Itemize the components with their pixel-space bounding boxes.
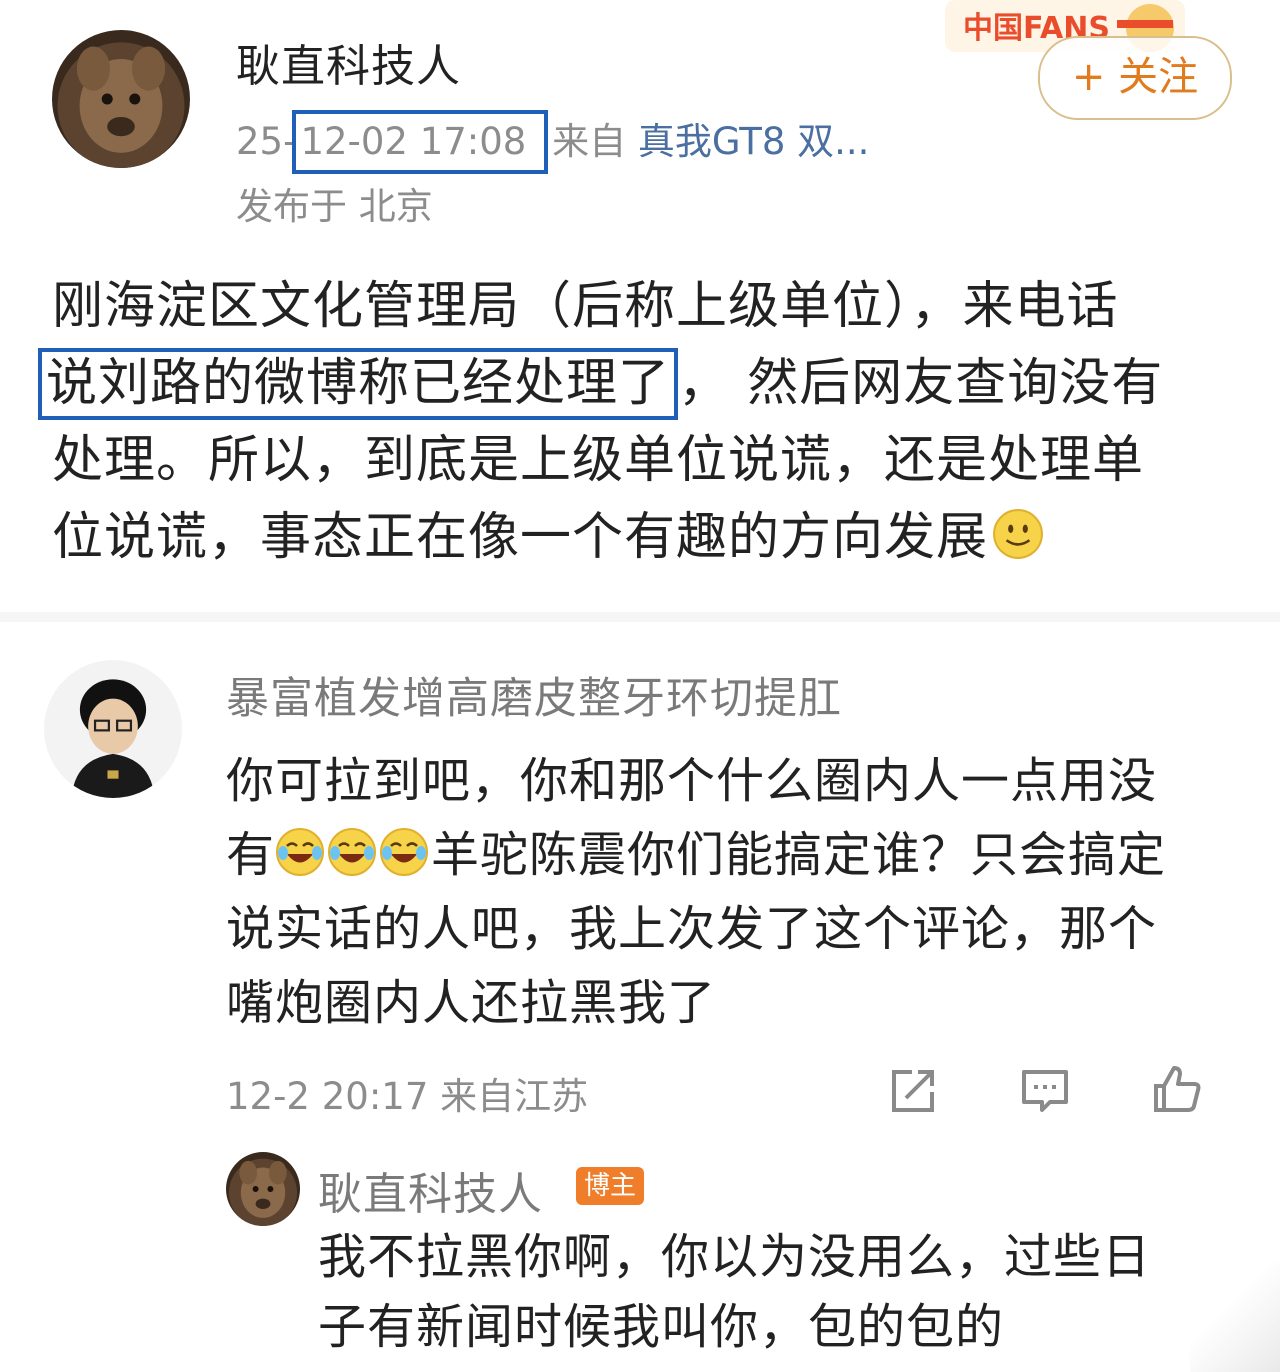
post-meta: 25- 12-02 17:08 来自 真我GT8 双... (236, 110, 869, 174)
author-name[interactable]: 耿直科技人 (236, 30, 461, 94)
post-device[interactable]: 真我GT8 双... (638, 120, 870, 163)
reply-line: 我不拉黑你啊，你以为没用么，过些日 (318, 1229, 1152, 1285)
thumbs-up-icon[interactable] (1150, 1062, 1204, 1116)
post-body-line: 处理。所以，到底是上级单位说谎，还是处理单 (52, 431, 1145, 490)
post-time: 12-02 17:08 (300, 120, 527, 163)
share-icon[interactable] (886, 1064, 940, 1118)
comment-line: 嘴炮圈内人还拉黑我了 (226, 975, 717, 1031)
post-time-prefix: 25- (236, 120, 297, 163)
post-location: 发布于 北京 (236, 185, 433, 228)
comment-meta: 12-2 20:17 来自江苏 (226, 1075, 589, 1118)
laugh-cry-emoji-icon (380, 828, 429, 876)
laugh-cry-emoji-icon (328, 828, 377, 876)
comment-body: 你可拉到吧，你和那个什么圈内人一点用没 有 羊驼陈震你们能搞定谁？只会搞定 说实… (226, 744, 1226, 1040)
follow-button[interactable]: + 关注 (1038, 36, 1232, 120)
post-body-line: 说刘路的微博称已经处理了， 然后网友查询没有 (38, 345, 1232, 422)
comment-icon[interactable] (1018, 1064, 1072, 1118)
highlight-tail: ， (678, 354, 731, 413)
comment-line: 你可拉到吧，你和那个什么圈内人一点用没 (226, 753, 1158, 809)
comment-line: 有 羊驼陈震你们能搞定谁？只会搞定 (226, 818, 1226, 892)
section-divider (0, 612, 1280, 622)
blogger-badge: 博主 (576, 1167, 644, 1205)
commenter-name[interactable]: 暴富植发增高磨皮整牙环切提肛 (226, 664, 842, 726)
reply-author-name[interactable]: 耿直科技人 (318, 1158, 543, 1222)
highlighted-text-box: 说刘路的微博称已经处理了 (38, 348, 679, 420)
reply-body: 我不拉黑你啊，你以为没用么，过些日 子有新闻时候我叫你，包的包的 (318, 1222, 1258, 1362)
highlighted-text: 说刘路的微博称已经处理了 (46, 354, 671, 413)
smile-emoji-icon (993, 509, 1043, 559)
post-body-line: 位说谎，事态正在像一个有趣的方向发展 (52, 499, 1232, 576)
post-source-label: 来自 (552, 120, 627, 163)
commenter-avatar[interactable] (44, 660, 182, 798)
post-body: 刚海淀区文化管理局（后称上级单位），来电话 说刘路的微博称已经处理了， 然后网友… (38, 268, 1232, 576)
reply-line: 子有新闻时候我叫你，包的包的 (318, 1299, 1005, 1355)
reply-avatar[interactable] (226, 1152, 300, 1226)
corner-fade (1190, 1262, 1280, 1372)
post-body-line-rest: 然后网友查询没有 (747, 354, 1164, 413)
author-avatar[interactable] (52, 30, 190, 168)
laugh-cry-emoji-icon (276, 828, 325, 876)
comment-line-rest: 羊驼陈震你们能搞定谁？只会搞定 (431, 827, 1167, 883)
comment-line: 说实话的人吧，我上次发了这个评论，那个 (226, 901, 1158, 957)
post-time-highlight: 12-02 17:08 (292, 110, 549, 174)
comment-line-prefix: 有 (226, 827, 276, 883)
post-body-line: 刚海淀区文化管理局（后称上级单位），来电话 (52, 277, 1119, 336)
post-body-line-text: 位说谎，事态正在像一个有趣的方向发展 (52, 508, 989, 567)
